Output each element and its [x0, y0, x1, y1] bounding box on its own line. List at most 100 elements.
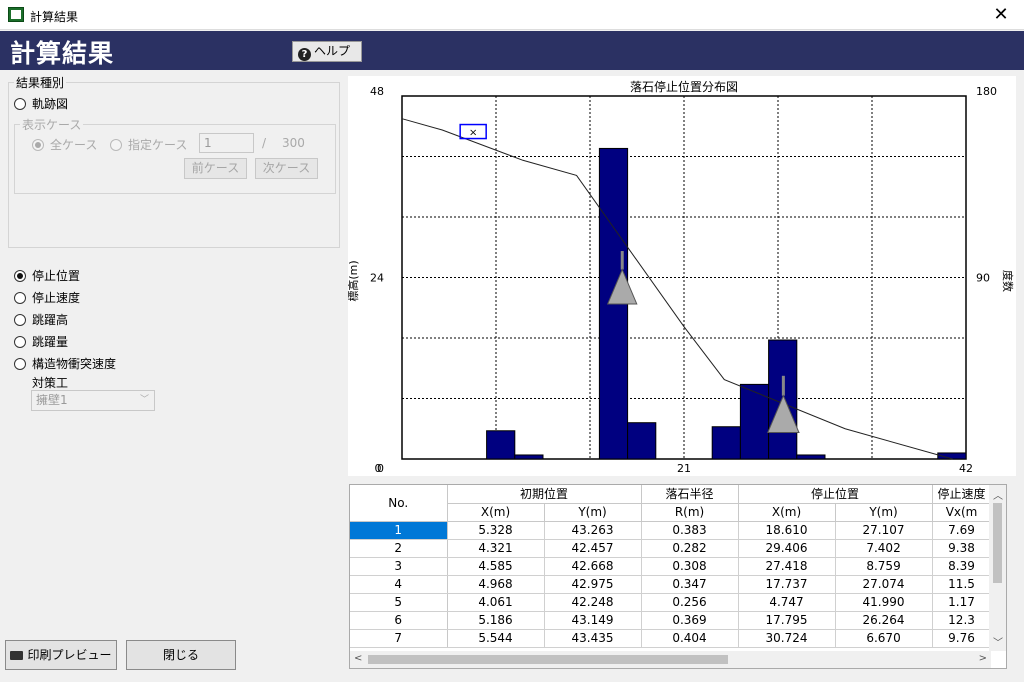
row-number-cell[interactable]: 7	[350, 629, 448, 648]
y-tick-label: 24	[370, 272, 384, 285]
table-row[interactable]: 5 4.061 42.248 0.256 4.747 41.990 1.17	[350, 593, 992, 612]
table-cell[interactable]: 41.990	[835, 593, 933, 612]
table-cell[interactable]: 5.544	[447, 629, 545, 648]
table-cell[interactable]: 4.747	[738, 593, 836, 612]
table-cell[interactable]: 42.975	[544, 575, 642, 594]
table-cell[interactable]: 4.585	[447, 557, 545, 576]
close-button[interactable]: 閉じる	[126, 640, 236, 670]
table-cell[interactable]: 42.248	[544, 593, 642, 612]
table-cell[interactable]: 17.795	[738, 611, 836, 630]
col-no[interactable]: No.	[350, 485, 448, 522]
col-stop-position[interactable]: 停止位置	[738, 485, 933, 504]
table-cell[interactable]: 43.435	[544, 629, 642, 648]
horizontal-scrollbar[interactable]: < >	[350, 651, 991, 668]
scroll-up-icon[interactable]: ︿	[993, 487, 1003, 502]
table-cell[interactable]: 9.76	[932, 629, 992, 648]
table-cell[interactable]: 42.457	[544, 539, 642, 558]
radio-option-4[interactable]: 跳躍量	[14, 333, 68, 350]
print-preview-button[interactable]: 印刷プレビュー	[5, 640, 117, 670]
col-stop-x[interactable]: X(m)	[738, 503, 836, 522]
table-row[interactable]: 2 4.321 42.457 0.282 29.406 7.402 9.38	[350, 539, 992, 558]
table-cell[interactable]: 42.668	[544, 557, 642, 576]
radio-all-cases[interactable]: 全ケース	[32, 136, 97, 153]
table-cell[interactable]: 8.39	[932, 557, 992, 576]
table-cell[interactable]: 0.308	[641, 557, 739, 576]
table-cell[interactable]: 8.759	[835, 557, 933, 576]
col-radius[interactable]: R(m)	[641, 503, 739, 522]
col-stop-y[interactable]: Y(m)	[835, 503, 933, 522]
table-cell[interactable]: 29.406	[738, 539, 836, 558]
radio-all-cases-dot[interactable]	[32, 139, 44, 151]
table-row[interactable]: 1 5.328 43.263 0.383 18.610 27.107 7.69	[350, 521, 992, 540]
row-number-cell[interactable]: 3	[350, 557, 448, 576]
table-cell[interactable]: 5.186	[447, 611, 545, 630]
table-cell[interactable]: 26.264	[835, 611, 933, 630]
table-row[interactable]: 3 4.585 42.668 0.308 27.418 8.759 8.39	[350, 557, 992, 576]
table-cell[interactable]: 27.074	[835, 575, 933, 594]
table-cell[interactable]: 0.383	[641, 521, 739, 540]
table-cell[interactable]: 11.5	[932, 575, 992, 594]
table-cell[interactable]: 5.328	[447, 521, 545, 540]
prev-case-button[interactable]: 前ケース	[184, 158, 247, 179]
radio-option-3[interactable]: 跳躍高	[14, 311, 68, 328]
radio-option-5[interactable]: 構造物衝突速度	[14, 355, 116, 372]
vertical-scroll-thumb[interactable]	[993, 503, 1002, 583]
col-vx[interactable]: Vx(m	[932, 503, 992, 522]
table-cell[interactable]: 17.737	[738, 575, 836, 594]
table-cell[interactable]: 0.282	[641, 539, 739, 558]
table-cell[interactable]: 7.402	[835, 539, 933, 558]
help-button[interactable]: ? ヘルプ	[292, 41, 362, 62]
table-cell[interactable]: 4.321	[447, 539, 545, 558]
col-rock-radius[interactable]: 落石半径	[641, 485, 739, 504]
radio-option-dot[interactable]	[14, 336, 26, 348]
table-cell[interactable]: 18.610	[738, 521, 836, 540]
radio-option-dot[interactable]	[14, 314, 26, 326]
col-initial-position[interactable]: 初期位置	[447, 485, 642, 504]
radio-option-dot[interactable]	[14, 292, 26, 304]
table-cell[interactable]: 4.968	[447, 575, 545, 594]
radio-option-dot[interactable]	[14, 270, 26, 282]
radio-trajectory-dot[interactable]	[14, 98, 26, 110]
row-number-cell[interactable]: 5	[350, 593, 448, 612]
table-row[interactable]: 7 5.544 43.435 0.404 30.724 6.670 9.76	[350, 629, 992, 648]
table-cell[interactable]: 12.3	[932, 611, 992, 630]
table-cell[interactable]: 30.724	[738, 629, 836, 648]
table-row[interactable]: 4 4.968 42.975 0.347 17.737 27.074 11.5	[350, 575, 992, 594]
scroll-down-icon[interactable]: ﹀	[993, 634, 1003, 649]
radio-option-1[interactable]: 停止位置	[14, 267, 80, 284]
table-cell[interactable]: 27.418	[738, 557, 836, 576]
horizontal-scroll-thumb[interactable]	[368, 655, 728, 664]
close-icon[interactable]: ✕	[978, 0, 1024, 30]
table-cell[interactable]: 43.149	[544, 611, 642, 630]
col-stop-velocity[interactable]: 停止速度	[932, 485, 992, 504]
scroll-right-icon[interactable]: >	[979, 653, 987, 664]
table-cell[interactable]: 43.263	[544, 521, 642, 540]
radio-specified-case-dot[interactable]	[110, 139, 122, 151]
table-cell[interactable]: 6.670	[835, 629, 933, 648]
table-cell[interactable]: 1.17	[932, 593, 992, 612]
radio-trajectory[interactable]: 軌跡図	[14, 95, 68, 112]
scroll-left-icon[interactable]: <	[354, 653, 362, 664]
table-row[interactable]: 6 5.186 43.149 0.369 17.795 26.264 12.3	[350, 611, 992, 630]
row-number-cell[interactable]: 2	[350, 539, 448, 558]
table-cell[interactable]: 0.404	[641, 629, 739, 648]
col-init-x[interactable]: X(m)	[447, 503, 545, 522]
col-init-y[interactable]: Y(m)	[544, 503, 642, 522]
row-number-cell[interactable]: 1	[350, 521, 448, 540]
radio-option-2[interactable]: 停止速度	[14, 289, 80, 306]
table-cell[interactable]: 7.69	[932, 521, 992, 540]
row-number-cell[interactable]: 4	[350, 575, 448, 594]
table-cell[interactable]: 0.256	[641, 593, 739, 612]
table-cell[interactable]: 0.347	[641, 575, 739, 594]
table-cell[interactable]: 27.107	[835, 521, 933, 540]
radio-specified-case[interactable]: 指定ケース	[110, 136, 187, 153]
next-case-button[interactable]: 次ケース	[255, 158, 318, 179]
radio-option-dot[interactable]	[14, 358, 26, 370]
row-number-cell[interactable]: 6	[350, 611, 448, 630]
table-cell[interactable]: 9.38	[932, 539, 992, 558]
table-cell[interactable]: 0.369	[641, 611, 739, 630]
table-cell[interactable]: 4.061	[447, 593, 545, 612]
countermeasure-select[interactable]: 擁壁1 ﹀	[31, 390, 155, 411]
vertical-scrollbar[interactable]: ︿ ﹀	[989, 485, 1006, 651]
case-number-input[interactable]: 1	[199, 133, 254, 153]
